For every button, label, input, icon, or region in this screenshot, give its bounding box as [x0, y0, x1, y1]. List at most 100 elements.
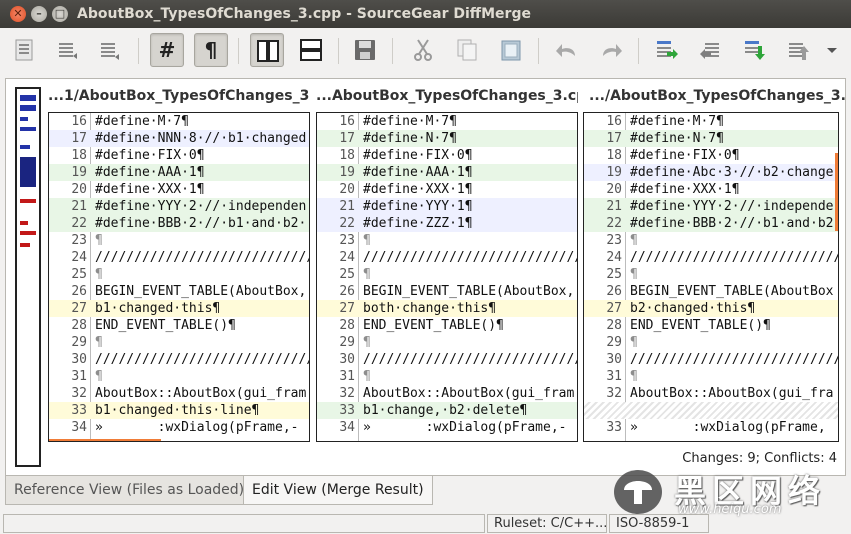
- code-line[interactable]: 32 AboutBox::AboutBox(gui_fram: [49, 385, 309, 402]
- toolbar-separator: [638, 38, 639, 64]
- cut-button[interactable]: [406, 33, 440, 67]
- toolbar-overflow-button[interactable]: [822, 33, 842, 67]
- code-line[interactable]: 24 //////////////////////////////: [49, 249, 309, 266]
- minimize-window-button[interactable]: –: [31, 6, 47, 22]
- code-line[interactable]: 30 //////////////////////////////: [317, 351, 577, 368]
- code-line[interactable]: 26 BEGIN_EVENT_TABLE(AboutBox,: [49, 283, 309, 300]
- code-line[interactable]: 18 #define·FIX·0¶: [317, 147, 577, 164]
- code-line[interactable]: 28 END_EVENT_TABLE()¶: [584, 317, 838, 334]
- code-line[interactable]: 27 both·change·this¶: [317, 300, 577, 317]
- code-line[interactable]: 29 ¶: [317, 334, 577, 351]
- code-line[interactable]: 30 //////////////////////////////: [584, 351, 838, 368]
- code-line[interactable]: 17 #define·N·7¶: [317, 130, 577, 147]
- code-line[interactable]: 26 BEGIN_EVENT_TABLE(AboutBox,: [317, 283, 577, 300]
- apply-change-right-button[interactable]: [650, 33, 684, 67]
- code-line[interactable]: 20 #define·XXX·1¶: [49, 181, 309, 198]
- code-line[interactable]: 33 » :wxDialog(pFrame,: [584, 419, 838, 436]
- code-line[interactable]: 16 #define·M·7¶: [49, 113, 309, 130]
- line-text: #define·XXX·1¶: [363, 182, 473, 197]
- maximize-window-button[interactable]: □: [52, 6, 68, 22]
- tab-reference-view[interactable]: Reference View (Files as Loaded): [5, 476, 254, 505]
- scroll-position-bar[interactable]: [49, 439, 161, 441]
- last-change-button[interactable]: [92, 33, 126, 67]
- code-line[interactable]: 31 ¶: [584, 368, 838, 385]
- code-line[interactable]: 17 #define·N·7¶: [584, 130, 838, 147]
- code-line[interactable]: 28 END_EVENT_TABLE()¶: [49, 317, 309, 334]
- code-line[interactable]: 22 #define·ZZZ·1¶: [317, 215, 577, 232]
- code-line[interactable]: 28 END_EVENT_TABLE()¶: [317, 317, 577, 334]
- code-line[interactable]: 22 #define·BBB·2·//·b1·and·b2: [584, 215, 838, 232]
- code-line[interactable]: 25 ¶: [317, 266, 577, 283]
- code-line[interactable]: 21 #define·YYY·2·//·independe: [584, 198, 838, 215]
- redo-button[interactable]: [594, 33, 628, 67]
- code-line[interactable]: 29 ¶: [49, 334, 309, 351]
- paste-button[interactable]: [494, 33, 528, 67]
- line-number: 26: [71, 284, 87, 299]
- code-line[interactable]: 19 #define·AAA·1¶: [317, 164, 577, 181]
- line-text: #define·YYY·2·//·independe: [630, 199, 834, 214]
- code-line[interactable]: 34 » :wxDialog(pFrame,-: [49, 419, 309, 436]
- code-line[interactable]: 17 #define·NNN·8·//·b1·changed: [49, 130, 309, 147]
- undo-button[interactable]: [550, 33, 584, 67]
- code-line[interactable]: 23 ¶: [317, 232, 577, 249]
- scroll-position-bar[interactable]: [835, 153, 838, 231]
- code-line[interactable]: 23 ¶: [49, 232, 309, 249]
- code-line[interactable]: 18 #define·FIX·0¶: [584, 147, 838, 164]
- code-line[interactable]: 25 ¶: [49, 266, 309, 283]
- code-line[interactable]: 30 //////////////////////////////: [49, 351, 309, 368]
- diff-panel: ...1/AboutBox_TypesOfChanges_3.cpp ...Ab…: [5, 78, 846, 476]
- insert-change-above-button[interactable]: [782, 33, 816, 67]
- code-line[interactable]: 24 //////////////////////////////: [584, 249, 838, 266]
- right-file-pane[interactable]: 16 #define·M·7¶ 17 #define·N·7¶ 18 #define·…: [583, 112, 839, 442]
- code-line[interactable]: 21 #define·YYY·1¶: [317, 198, 577, 215]
- code-line[interactable]: 19 #define·AAA·1¶: [49, 164, 309, 181]
- code-line[interactable]: 33 b1·changed·this·line¶: [49, 402, 309, 419]
- code-line[interactable]: 20 #define·XXX·1¶: [584, 181, 838, 198]
- code-line[interactable]: 34 » :wxDialog(pFrame,-: [317, 419, 577, 436]
- insert-change-below-button[interactable]: [738, 33, 772, 67]
- code-line[interactable]: 18 #define·FIX·0¶: [49, 147, 309, 164]
- line-number: 33: [606, 420, 622, 435]
- line-text: ¶: [95, 369, 103, 384]
- code-line[interactable]: 24 //////////////////////////////: [317, 249, 577, 266]
- line-number: 28: [71, 318, 87, 333]
- side-by-side-layout-toggle[interactable]: [250, 33, 284, 67]
- tab-edit-view[interactable]: Edit View (Merge Result): [243, 476, 433, 505]
- change-overview-map[interactable]: [15, 87, 41, 467]
- save-button[interactable]: [348, 33, 382, 67]
- code-line[interactable]: 27 b1·changed·this¶: [49, 300, 309, 317]
- code-line[interactable]: 19 #define·Abc·3·//·b2·change: [584, 164, 838, 181]
- stacked-layout-toggle[interactable]: [294, 33, 328, 67]
- apply-change-left-button[interactable]: [694, 33, 728, 67]
- code-line[interactable]: 23 ¶: [584, 232, 838, 249]
- code-line[interactable]: 29 ¶: [584, 334, 838, 351]
- copy-button[interactable]: [450, 33, 484, 67]
- code-line[interactable]: 33 b1·change,·b2·delete¶: [317, 402, 577, 419]
- code-line[interactable]: 25 ¶: [584, 266, 838, 283]
- code-line[interactable]: 26 BEGIN_EVENT_TABLE(AboutBox: [584, 283, 838, 300]
- center-file-pane[interactable]: 16 #define·M·7¶ 17 #define·N·7¶ 18 #define·…: [316, 112, 578, 442]
- next-change-button[interactable]: [50, 33, 84, 67]
- code-line[interactable]: 31 ¶: [317, 368, 577, 385]
- code-line[interactable]: 16 #define·M·7¶: [317, 113, 577, 130]
- left-file-pane[interactable]: 16 #define·M·7¶ 17 #define·NNN·8·//·b1·cha…: [48, 112, 310, 442]
- code-line[interactable]: 32 AboutBox::AboutBox(gui_fra: [584, 385, 838, 402]
- previous-change-button[interactable]: [8, 33, 42, 67]
- line-text: //////////////////////////////: [95, 352, 310, 367]
- line-text: END_EVENT_TABLE()¶: [630, 318, 771, 333]
- pane-title-right: .../AboutBox_TypesOfChanges_3.cpp: [589, 88, 845, 104]
- code-line[interactable]: 21 #define·YYY·2·//·independen: [49, 198, 309, 215]
- code-line[interactable]: 22 #define·BBB·2·//·b1·and·b2·: [49, 215, 309, 232]
- code-line[interactable]: 31 ¶: [49, 368, 309, 385]
- close-window-button[interactable]: ✕: [10, 6, 26, 22]
- show-line-numbers-toggle[interactable]: #: [150, 33, 184, 67]
- ruleset-indicator[interactable]: Ruleset: C/C++...: [487, 514, 607, 533]
- merge-up-icon: [789, 43, 809, 60]
- show-whitespace-toggle[interactable]: ¶: [194, 33, 228, 67]
- code-line[interactable]: 32 AboutBox::AboutBox(gui_fram: [317, 385, 577, 402]
- code-line[interactable]: 16 #define·M·7¶: [584, 113, 838, 130]
- line-text: //////////////////////////////: [630, 352, 838, 367]
- overview-mark: [20, 199, 36, 203]
- code-line[interactable]: 20 #define·XXX·1¶: [317, 181, 577, 198]
- code-line[interactable]: 27 b2·changed·this¶: [584, 300, 838, 317]
